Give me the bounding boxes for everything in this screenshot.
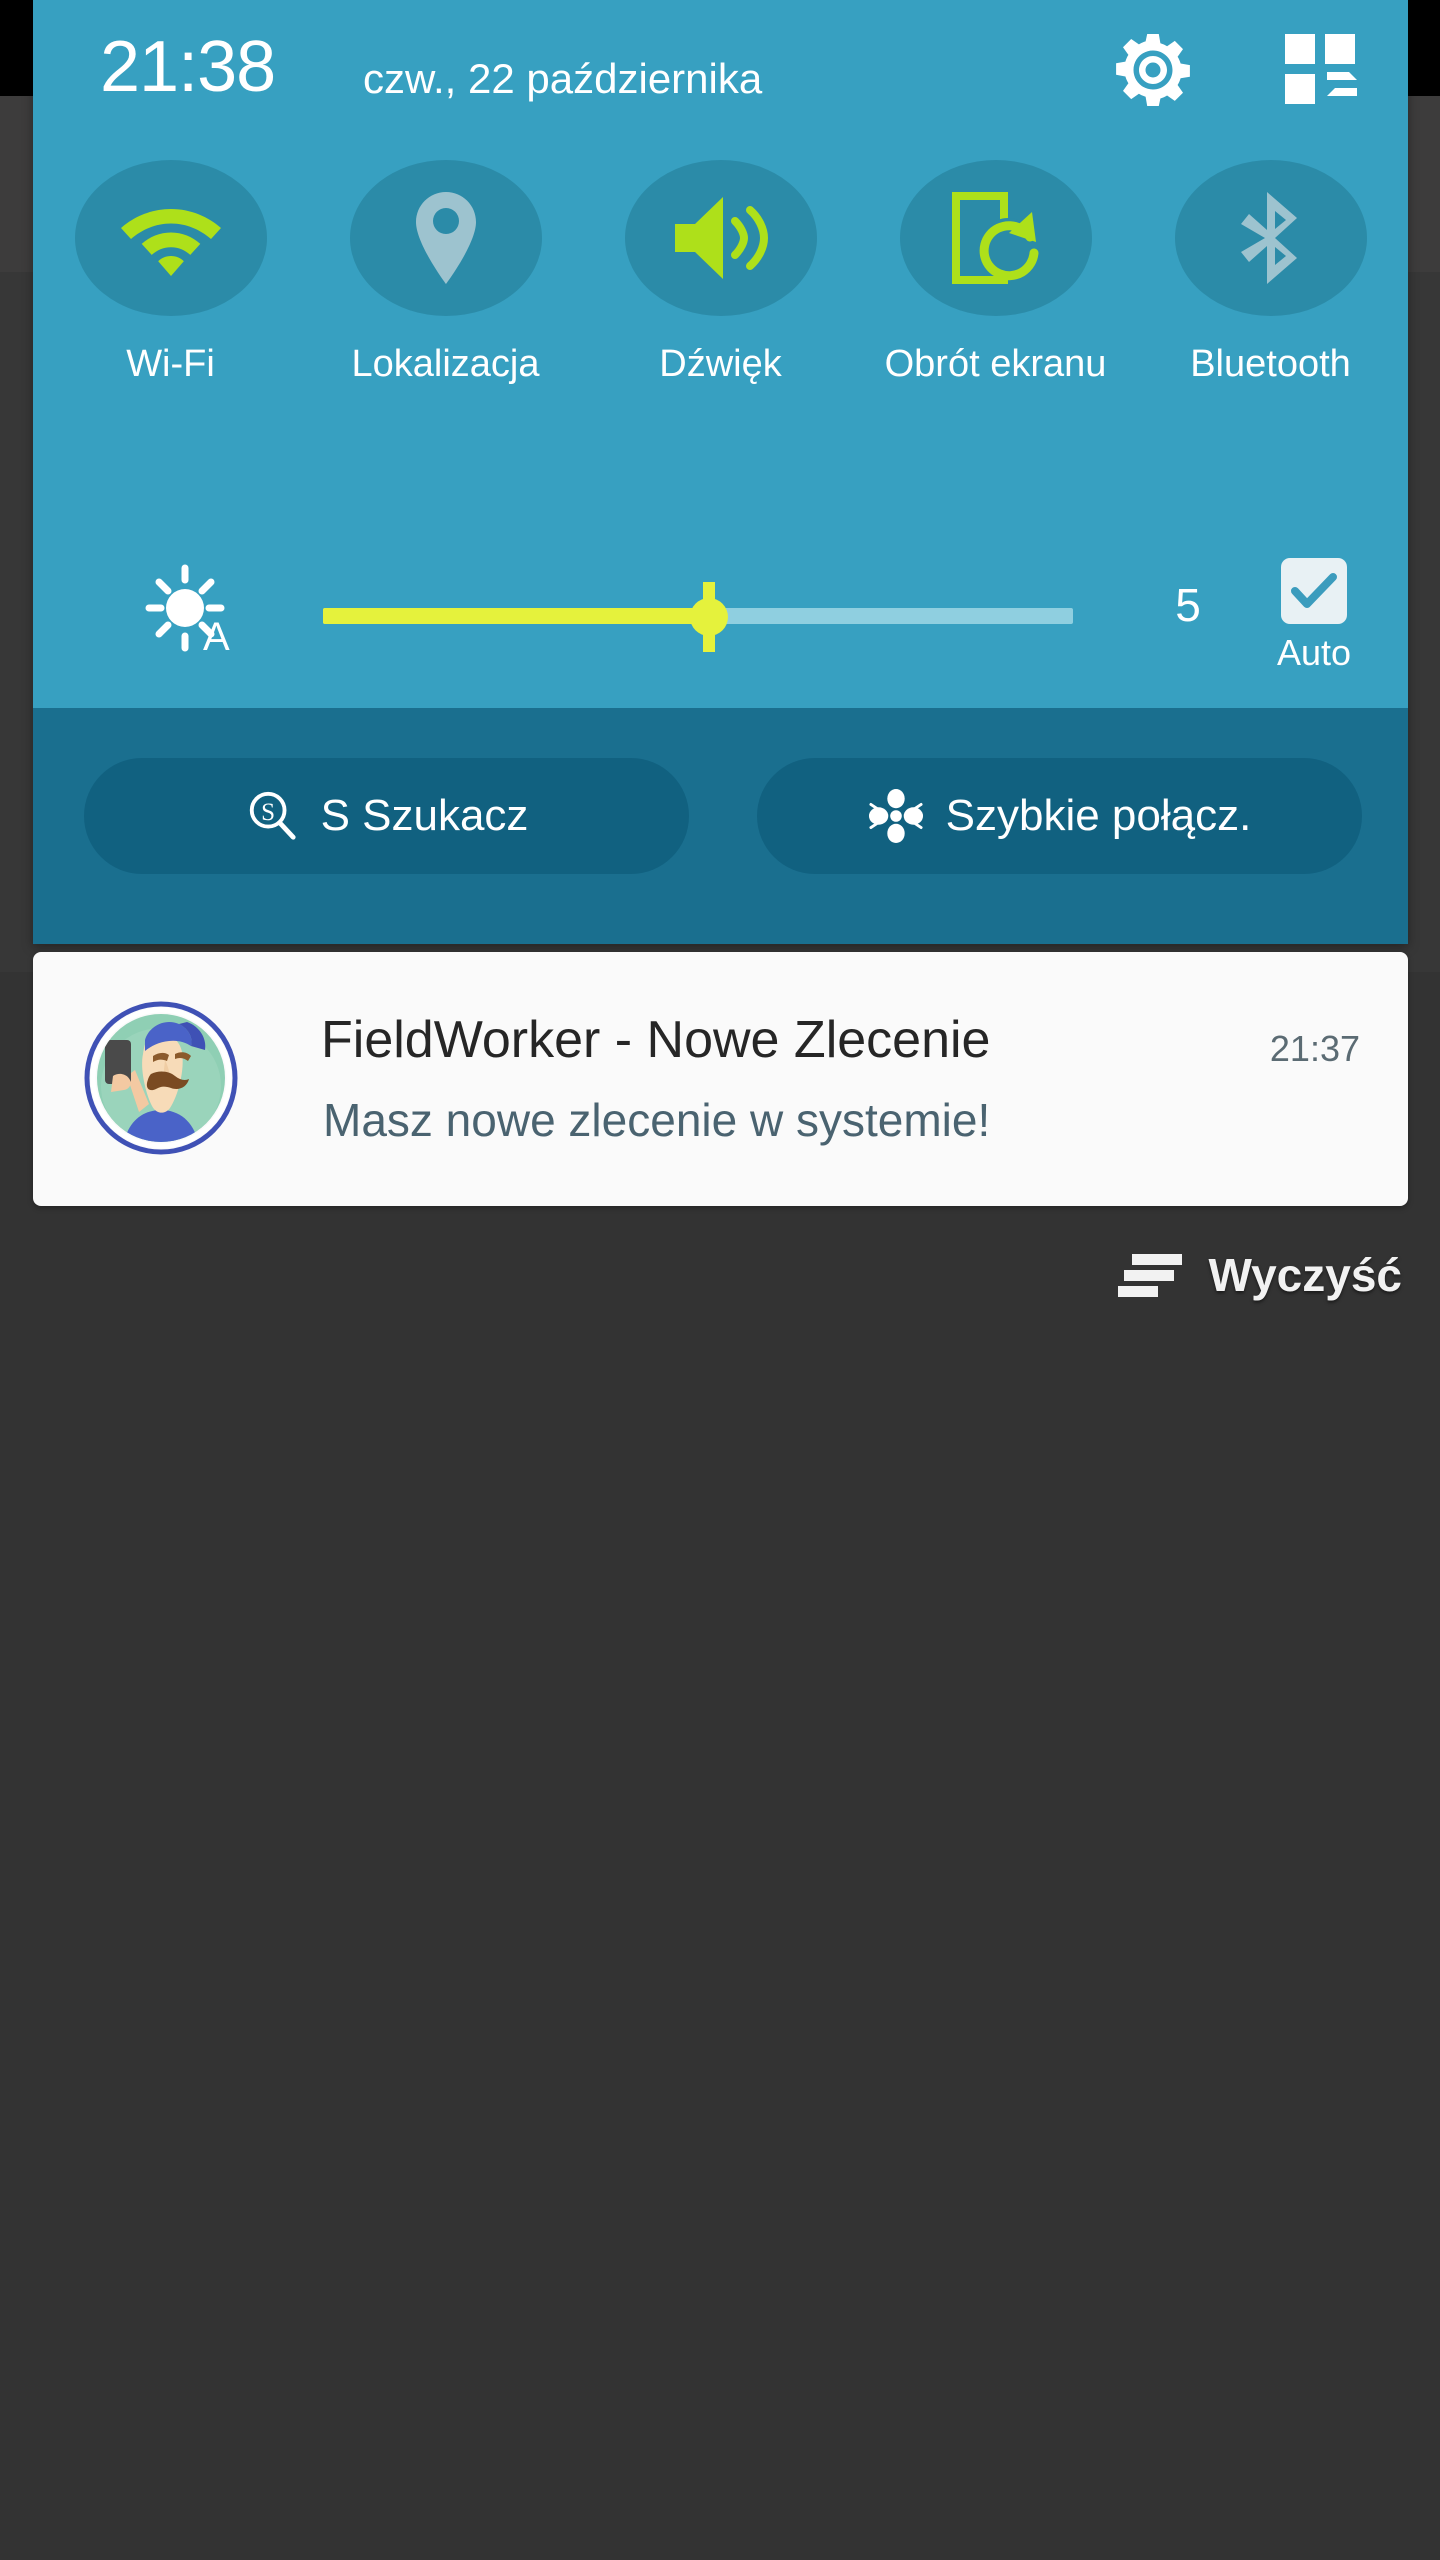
gear-icon[interactable]: [1113, 30, 1193, 110]
quick-toggle-label: Wi-Fi: [126, 343, 215, 385]
quick-toggle-lokalizacja[interactable]: Lokalizacja: [308, 160, 583, 510]
sound-speaker-icon: [674, 197, 768, 279]
notification-item[interactable]: FieldWorker - Nowe Zlecenie 21:37 Masz n…: [33, 952, 1408, 1206]
svg-text:A: A: [203, 615, 230, 654]
toggle-circle: [349, 160, 542, 316]
checkmark-icon: [1291, 573, 1337, 608]
clear-all-button[interactable]: Wyczyść: [1118, 1232, 1402, 1318]
thumb-tick-bottom: [703, 630, 715, 652]
clear-all-label: Wyczyść: [1208, 1249, 1402, 1301]
quick-toggle-bluetooth[interactable]: Bluetooth: [1133, 160, 1408, 510]
brightness-slider-thumb[interactable]: [677, 582, 733, 652]
fieldworker-avatar-icon: [83, 1000, 239, 1156]
location-pin-icon: [415, 192, 476, 284]
wifi-icon: [120, 209, 221, 276]
panel-header: 21:38 czw., 22 października: [33, 0, 1408, 148]
status-bar-right-gutter: [1408, 0, 1440, 96]
quick-toggle-wifi[interactable]: Wi-Fi: [33, 160, 308, 510]
quick-toggle-label: Dźwięk: [659, 343, 782, 385]
panel-shortcuts-section: S S Szukacz Szybkie połącz.: [33, 708, 1408, 944]
toggle-circle: [74, 160, 267, 316]
auto-brightness-label: Auto: [1276, 632, 1352, 673]
status-clock: 21:38: [100, 27, 276, 107]
s-finder-label: S Szukacz: [320, 791, 529, 840]
toggle-circle: [624, 160, 817, 316]
quick-connect-label: Szybkie połącz.: [945, 791, 1252, 840]
status-bar-left-gutter: [0, 0, 33, 96]
notification-shade-screen: 21:38 czw., 22 października Wi-Fi Lokali…: [0, 0, 1440, 2560]
quick-toggle-dzwiek[interactable]: Dźwięk: [583, 160, 858, 510]
screen-rotation-icon: [951, 192, 1038, 284]
toggle-circle: [899, 160, 1092, 316]
s-finder-button[interactable]: S S Szukacz: [84, 758, 689, 874]
quick-toggles-row: Wi-Fi Lokalizacja Dźwięk Obrót ekranu Bl…: [33, 160, 1408, 510]
quick-connect-icon: [868, 788, 923, 844]
quick-settings-panel: 21:38 czw., 22 października Wi-Fi Lokali…: [33, 0, 1408, 944]
notification-time: 21:37: [1269, 1028, 1360, 1069]
notification-title: FieldWorker - Nowe Zlecenie: [321, 1011, 991, 1069]
brightness-auto-icon[interactable]: A: [145, 562, 237, 659]
status-date: czw., 22 października: [363, 55, 763, 102]
auto-brightness-checkbox[interactable]: [1281, 558, 1347, 624]
notification-body: Masz nowe zlecenie w systemie!: [323, 1094, 991, 1146]
quick-toggle-label: Lokalizacja: [351, 343, 540, 385]
quick-toggle-label: Bluetooth: [1190, 343, 1351, 385]
toggle-circle: [1174, 160, 1367, 316]
brightness-slider-fill: [323, 608, 705, 624]
quick-connect-button[interactable]: Szybkie połącz.: [757, 758, 1362, 874]
clear-all-icon: [1118, 1252, 1183, 1298]
quick-toggle-obrot-ekranu[interactable]: Obrót ekranu: [858, 160, 1133, 510]
quick-settings-grid-icon[interactable]: [1283, 32, 1359, 108]
svg-text:S: S: [261, 799, 275, 826]
brightness-value: 5: [1175, 579, 1201, 631]
bluetooth-icon: [1240, 192, 1297, 284]
quick-toggle-label: Obrót ekranu: [884, 343, 1107, 385]
s-finder-icon: S: [249, 791, 296, 840]
